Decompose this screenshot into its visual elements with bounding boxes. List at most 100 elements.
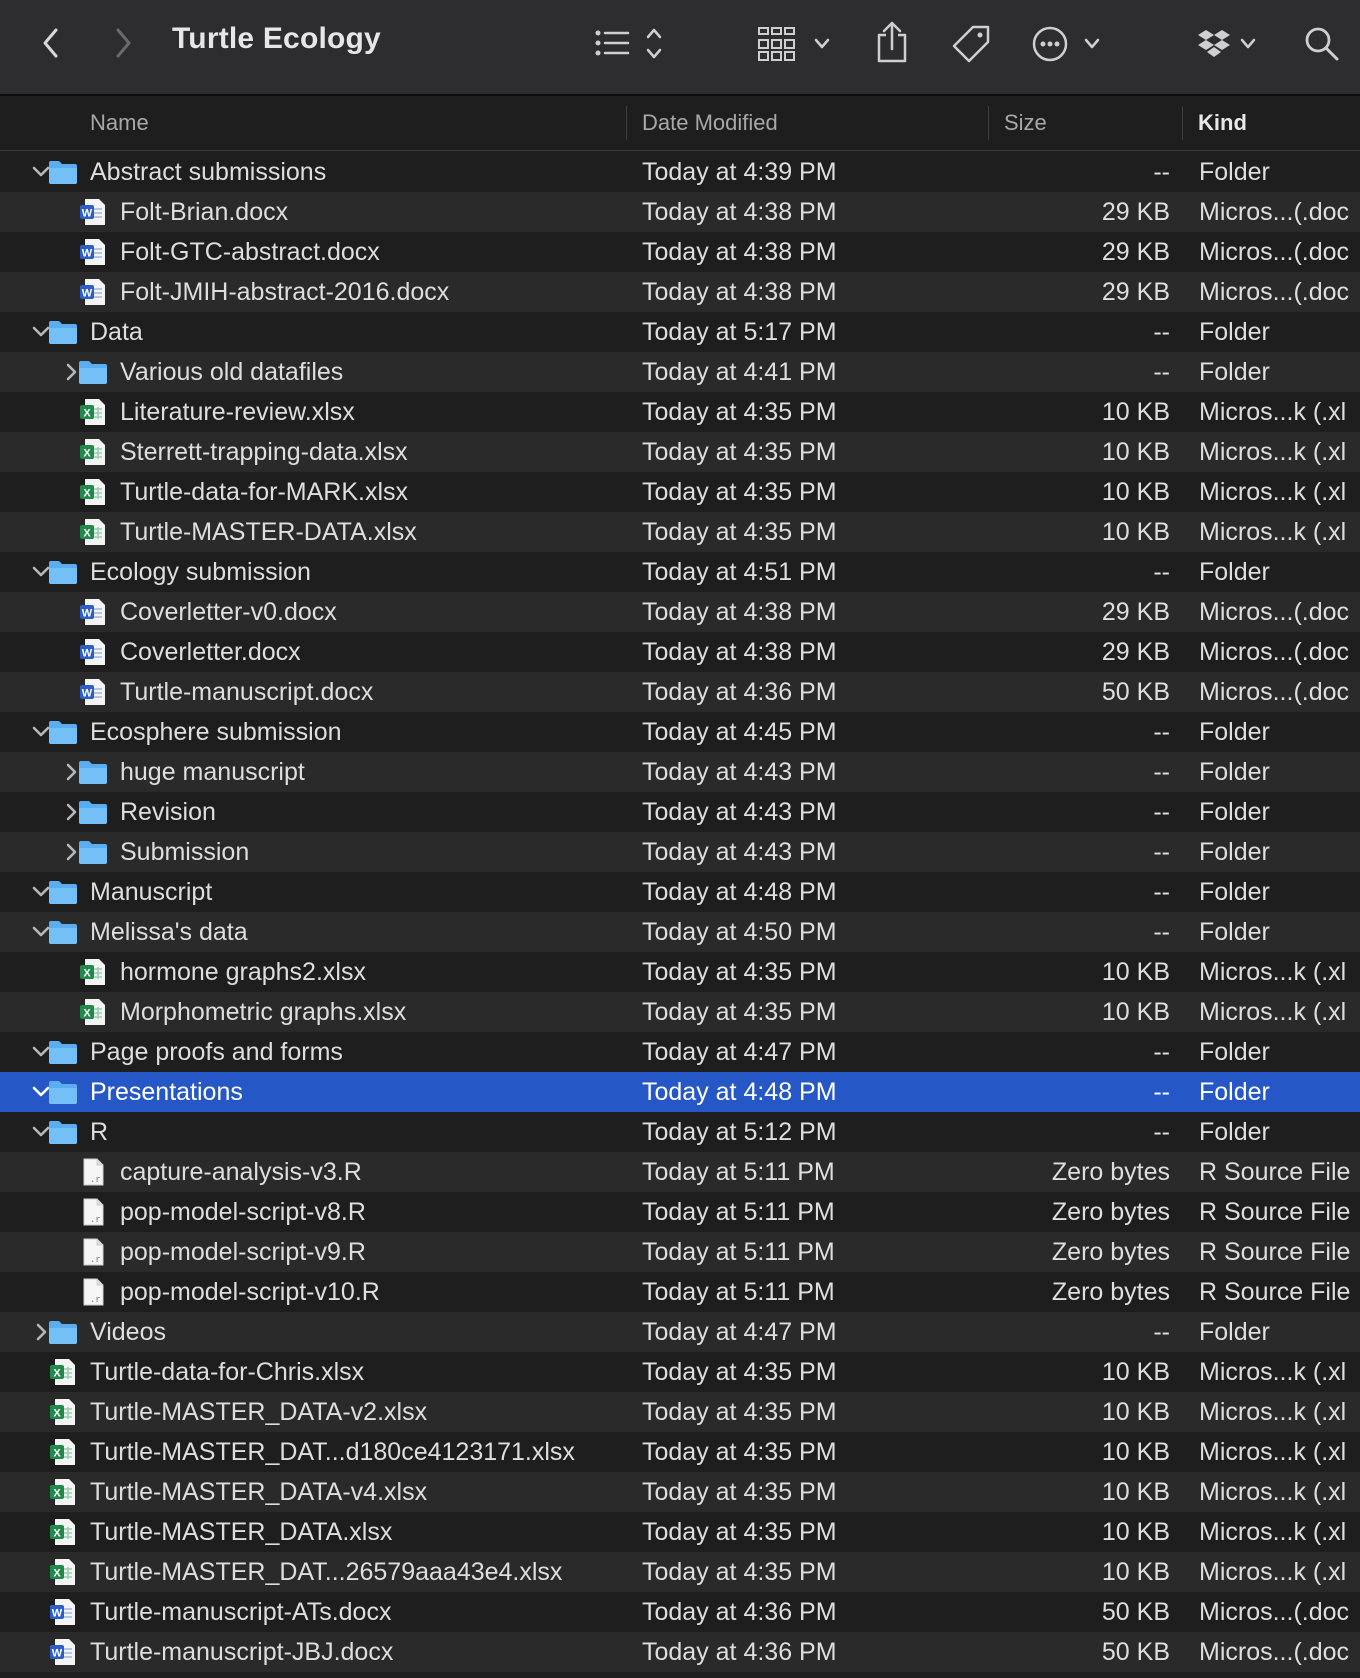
file-row[interactable]: X Turtle-MASTER_DAT...d180ce4123171.xlsx T…	[0, 1432, 1360, 1472]
dropbox-icon[interactable]	[1196, 24, 1266, 64]
excel-sheet-icon: X	[78, 998, 108, 1026]
list-view-icon[interactable]	[592, 24, 672, 64]
folder-row[interactable]: Submission Today at 4:43 PM -- Folder	[0, 832, 1360, 872]
word-doc-icon: W	[78, 198, 108, 226]
item-size: 29 KB	[1101, 638, 1170, 666]
file-row[interactable]: Xhormone graphs2.xlsx Today at 4:35 PM 10 …	[0, 952, 1360, 992]
item-date-modified: Today at 4:43 PM	[642, 838, 837, 866]
item-name: pop-model-script-v8.R	[120, 1198, 366, 1226]
folder-row[interactable]: Data Today at 5:17 PM -- Folder	[0, 312, 1360, 352]
folder-icon	[48, 1078, 78, 1106]
excel-sheet-icon: X	[78, 518, 108, 546]
folder-row[interactable]: Manuscript Today at 4:48 PM -- Folder	[0, 872, 1360, 912]
item-date-modified: Today at 4:43 PM	[642, 758, 837, 786]
folder-row[interactable]: Videos Today at 4:47 PM -- Folder	[0, 1312, 1360, 1352]
item-size: --	[1153, 718, 1170, 746]
item-name: huge manuscript	[120, 758, 305, 786]
column-divider[interactable]	[1182, 106, 1183, 140]
folder-row[interactable]: Page proofs and forms Today at 4:47 PM -- F…	[0, 1032, 1360, 1072]
file-row[interactable]: X Literature-review.xlsx Today at 4:35 PM 1…	[0, 392, 1360, 432]
item-date-modified: Today at 4:35 PM	[642, 958, 837, 986]
svg-text:X: X	[53, 1568, 61, 1580]
item-date-modified: Today at 4:35 PM	[642, 1518, 837, 1546]
share-icon[interactable]	[872, 20, 912, 66]
file-row[interactable]: .r pop-model-script-v10.R Today at 5:11 PM…	[0, 1272, 1360, 1312]
item-name: Turtle-manuscript-ATs.docx	[90, 1598, 392, 1626]
file-row[interactable]: X Turtle-MASTER_DATA-v4.xlsx Today at 4:35…	[0, 1472, 1360, 1512]
file-row[interactable]: W Folt-GTC-abstract.docx Today at 4:38 PM 2…	[0, 232, 1360, 272]
file-row[interactable]: X Turtle-data-for-Chris.xlsx Today at 4:35…	[0, 1352, 1360, 1392]
file-row[interactable]: .r pop-model-script-v9.R Today at 5:11 PM Z…	[0, 1232, 1360, 1272]
item-name: Turtle-MASTER_DATA-v2.xlsx	[90, 1398, 428, 1426]
item-date-modified: Today at 4:35 PM	[642, 1558, 837, 1586]
file-row[interactable]: X Turtle-data-for-MARK.xlsx Today at 4:35 …	[0, 472, 1360, 512]
word-doc-icon: W	[48, 1598, 78, 1626]
back-icon[interactable]	[36, 26, 66, 60]
item-kind: Micros...k (.xl	[1199, 1478, 1347, 1506]
item-size: --	[1153, 1038, 1170, 1066]
folder-row[interactable]: Abstract submissions Today at 4:39 PM -- Fo…	[0, 152, 1360, 192]
column-header: Name Date Modified Size Kind	[0, 96, 1360, 151]
file-row[interactable]: W Turtle-manuscript.docx Today at 4:36 PM 5…	[0, 672, 1360, 712]
item-date-modified: Today at 4:48 PM	[642, 878, 837, 906]
file-row[interactable]: X Morphometric graphs.xlsx Today at 4:35 P…	[0, 992, 1360, 1032]
folder-row[interactable]: Ecology submission Today at 4:51 PM -- Fold…	[0, 552, 1360, 592]
svg-text:X: X	[53, 1408, 61, 1420]
file-row[interactable]: W Folt-JMIH-abstract-2016.docx Today at 4:…	[0, 272, 1360, 312]
column-divider[interactable]	[626, 106, 627, 140]
word-doc-icon: W	[78, 638, 108, 666]
item-size: Zero bytes	[1051, 1198, 1170, 1226]
file-row[interactable]: W Turtle-manuscript-JBJ.docx Today at 4:36…	[0, 1632, 1360, 1672]
folder-row[interactable]: Various old datafiles Today at 4:41 PM -- F…	[0, 352, 1360, 392]
svg-text:W: W	[82, 288, 93, 300]
file-row[interactable]: .r pop-model-script-v8.R Today at 5:11 PM Z…	[0, 1192, 1360, 1232]
file-row[interactable]: W Coverletter.docx Today at 4:38 PM 29 KB Mi…	[0, 632, 1360, 672]
item-size: --	[1153, 158, 1170, 186]
item-date-modified: Today at 4:47 PM	[642, 1318, 837, 1346]
item-size: Zero bytes	[1051, 1158, 1170, 1186]
svg-text:W: W	[52, 1608, 63, 1620]
item-name: Literature-review.xlsx	[120, 398, 355, 426]
file-row[interactable]: X Turtle-MASTER_DATA-v2.xlsx Today at 4:35…	[0, 1392, 1360, 1432]
item-kind: Micros...(.doc	[1199, 598, 1350, 626]
folder-icon	[48, 1118, 78, 1146]
item-name: Turtle-data-for-MARK.xlsx	[120, 478, 409, 506]
file-row[interactable]: .r capture-analysis-v3.R Today at 5:11 PM Z…	[0, 1152, 1360, 1192]
file-row[interactable]: W Coverletter-v0.docx Today at 4:38 PM 29 K…	[0, 592, 1360, 632]
item-date-modified: Today at 4:38 PM	[642, 638, 837, 666]
folder-row[interactable]: huge manuscript Today at 4:43 PM -- Folder	[0, 752, 1360, 792]
item-size: 29 KB	[1101, 198, 1170, 226]
item-name: Manuscript	[90, 878, 213, 906]
item-size: 10 KB	[1101, 1558, 1170, 1586]
item-size: --	[1153, 1318, 1170, 1346]
folder-row[interactable]: Revision Today at 4:43 PM -- Folder	[0, 792, 1360, 832]
item-name: Folt-Brian.docx	[120, 198, 289, 226]
folder-row[interactable]: R Today at 5:12 PM -- Folder	[0, 1112, 1360, 1152]
tag-icon[interactable]	[950, 22, 994, 66]
file-row[interactable]: X Turtle-MASTER-DATA.xlsx Today at 4:35 PM…	[0, 512, 1360, 552]
column-name-header[interactable]: Name	[90, 96, 149, 150]
file-row[interactable]: W Folt-Brian.docx Today at 4:38 PM 29 KB Mic…	[0, 192, 1360, 232]
file-row[interactable]: X Turtle-MASTER_DATA.xlsx Today at 4:35 PM…	[0, 1512, 1360, 1552]
file-row[interactable]: W Turtle-manuscript-ATs.docx Today at 4:36…	[0, 1592, 1360, 1632]
item-kind: R Source File	[1199, 1198, 1351, 1226]
more-icon[interactable]	[1032, 24, 1112, 64]
group-icon[interactable]	[756, 24, 836, 64]
file-row[interactable]: X Sterrett-trapping-data.xlsx Today at 4:3…	[0, 432, 1360, 472]
column-date-header[interactable]: Date Modified	[642, 96, 778, 150]
column-size-header[interactable]: Size	[1004, 96, 1047, 150]
folder-row[interactable]: Presentations Today at 4:48 PM -- Folder	[0, 1072, 1360, 1112]
column-kind-header[interactable]: Kind	[1198, 96, 1247, 150]
folder-row[interactable]: Melissa's data Today at 4:50 PM -- Folder	[0, 912, 1360, 952]
folder-icon	[48, 558, 78, 586]
item-kind: Micros...k (.xl	[1199, 478, 1347, 506]
forward-icon[interactable]	[108, 26, 138, 60]
column-divider[interactable]	[988, 106, 989, 140]
item-size: 10 KB	[1101, 518, 1170, 546]
folder-icon	[48, 1038, 78, 1066]
file-row[interactable]: X Turtle-MASTER_DAT...26579aaa43e4.xlsx To…	[0, 1552, 1360, 1592]
search-icon[interactable]	[1302, 24, 1342, 64]
item-date-modified: Today at 5:11 PM	[642, 1158, 835, 1186]
item-date-modified: Today at 5:11 PM	[642, 1238, 835, 1266]
folder-row[interactable]: Ecosphere submission Today at 4:45 PM -- Fo…	[0, 712, 1360, 752]
